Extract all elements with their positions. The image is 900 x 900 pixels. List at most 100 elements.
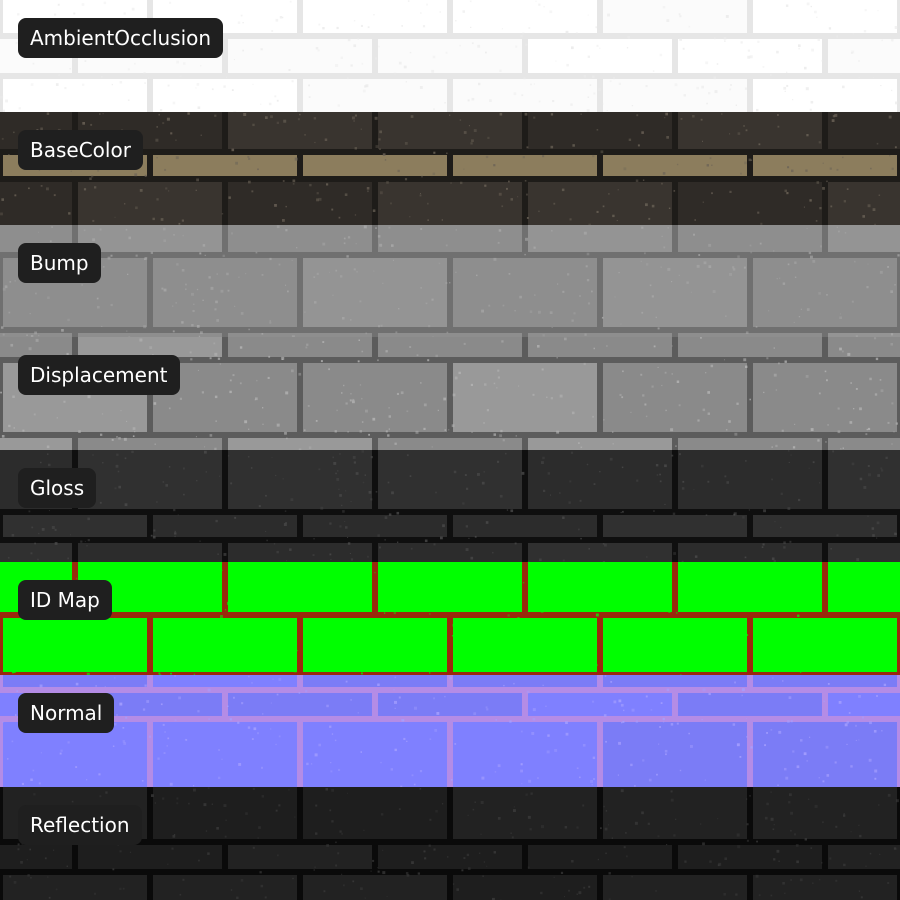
speckle xyxy=(38,334,40,337)
speckle xyxy=(842,85,845,89)
speckle xyxy=(596,129,599,131)
speckle xyxy=(255,251,258,254)
speckle xyxy=(287,290,289,293)
speckle xyxy=(758,894,761,897)
brick xyxy=(378,39,522,73)
speckle xyxy=(373,14,375,16)
speckle xyxy=(702,408,706,412)
speckle xyxy=(778,730,782,734)
speckle xyxy=(745,798,748,800)
speckle xyxy=(822,821,824,824)
speckle xyxy=(454,642,457,646)
speckle xyxy=(404,178,408,181)
speckle xyxy=(887,793,891,797)
speckle xyxy=(832,450,835,453)
speckle xyxy=(613,76,616,80)
speckle xyxy=(468,590,472,593)
speckle xyxy=(470,556,474,560)
speckle xyxy=(525,237,528,241)
speckle xyxy=(260,48,263,51)
speckle xyxy=(643,640,647,643)
speckle xyxy=(764,816,768,820)
speckle xyxy=(341,392,343,394)
speckle xyxy=(289,548,292,551)
speckle xyxy=(189,351,192,354)
speckle xyxy=(471,97,475,101)
speckle xyxy=(1,326,4,329)
speckle xyxy=(429,613,431,615)
brick xyxy=(453,875,597,900)
speckle xyxy=(218,475,221,477)
speckle xyxy=(221,569,223,571)
speckle xyxy=(428,325,431,328)
speckle xyxy=(352,400,355,404)
speckle xyxy=(406,454,409,457)
speckle xyxy=(125,228,128,231)
speckle xyxy=(538,100,541,103)
speckle xyxy=(828,597,831,600)
speckle xyxy=(725,315,727,317)
speckle xyxy=(433,662,437,666)
speckle xyxy=(732,268,736,271)
speckle xyxy=(0,212,3,216)
speckle xyxy=(550,145,554,149)
brick xyxy=(378,562,522,612)
speckle xyxy=(242,49,244,52)
speckle xyxy=(484,184,487,187)
speckle xyxy=(639,569,642,571)
speckle xyxy=(213,669,216,672)
speckle xyxy=(23,665,25,667)
speckle xyxy=(612,443,614,445)
speckle xyxy=(744,602,746,604)
speckle xyxy=(372,209,376,212)
brick xyxy=(603,722,747,788)
speckle xyxy=(818,141,821,144)
speckle xyxy=(286,437,288,440)
speckle xyxy=(195,189,197,191)
speckle xyxy=(690,745,693,748)
speckle xyxy=(708,692,711,696)
speckle xyxy=(349,553,351,554)
speckle xyxy=(712,290,716,293)
speckle xyxy=(743,266,746,269)
speckle xyxy=(651,204,655,208)
speckle xyxy=(486,865,488,867)
speckle xyxy=(783,86,787,90)
speckle xyxy=(858,630,862,634)
speckle xyxy=(278,678,282,681)
speckle xyxy=(580,113,582,115)
speckle xyxy=(328,626,331,629)
speckle xyxy=(40,752,42,754)
speckle xyxy=(771,557,775,561)
speckle xyxy=(729,190,732,193)
speckle xyxy=(47,453,49,455)
brick xyxy=(678,112,822,149)
speckle xyxy=(166,117,170,121)
speckle xyxy=(868,427,871,430)
brick xyxy=(0,438,72,450)
speckle xyxy=(607,13,610,17)
speckle xyxy=(221,758,223,760)
speckle xyxy=(114,487,117,490)
speckle xyxy=(262,423,264,425)
speckle xyxy=(252,846,255,849)
brick xyxy=(528,112,672,149)
speckle xyxy=(477,473,480,476)
speckle xyxy=(97,574,101,578)
speckle xyxy=(735,893,738,896)
brick xyxy=(303,363,447,432)
speckle xyxy=(775,389,778,391)
speckle xyxy=(67,632,70,635)
speckle xyxy=(418,644,422,648)
speckle xyxy=(591,783,593,786)
speckle xyxy=(295,562,298,565)
speckle xyxy=(360,887,363,890)
speckle xyxy=(407,577,409,579)
speckle xyxy=(526,690,530,694)
speckle xyxy=(679,38,682,41)
speckle xyxy=(320,506,324,510)
speckle xyxy=(621,396,624,399)
speckle xyxy=(235,161,238,165)
speckle xyxy=(714,37,716,40)
speckle xyxy=(110,303,113,307)
